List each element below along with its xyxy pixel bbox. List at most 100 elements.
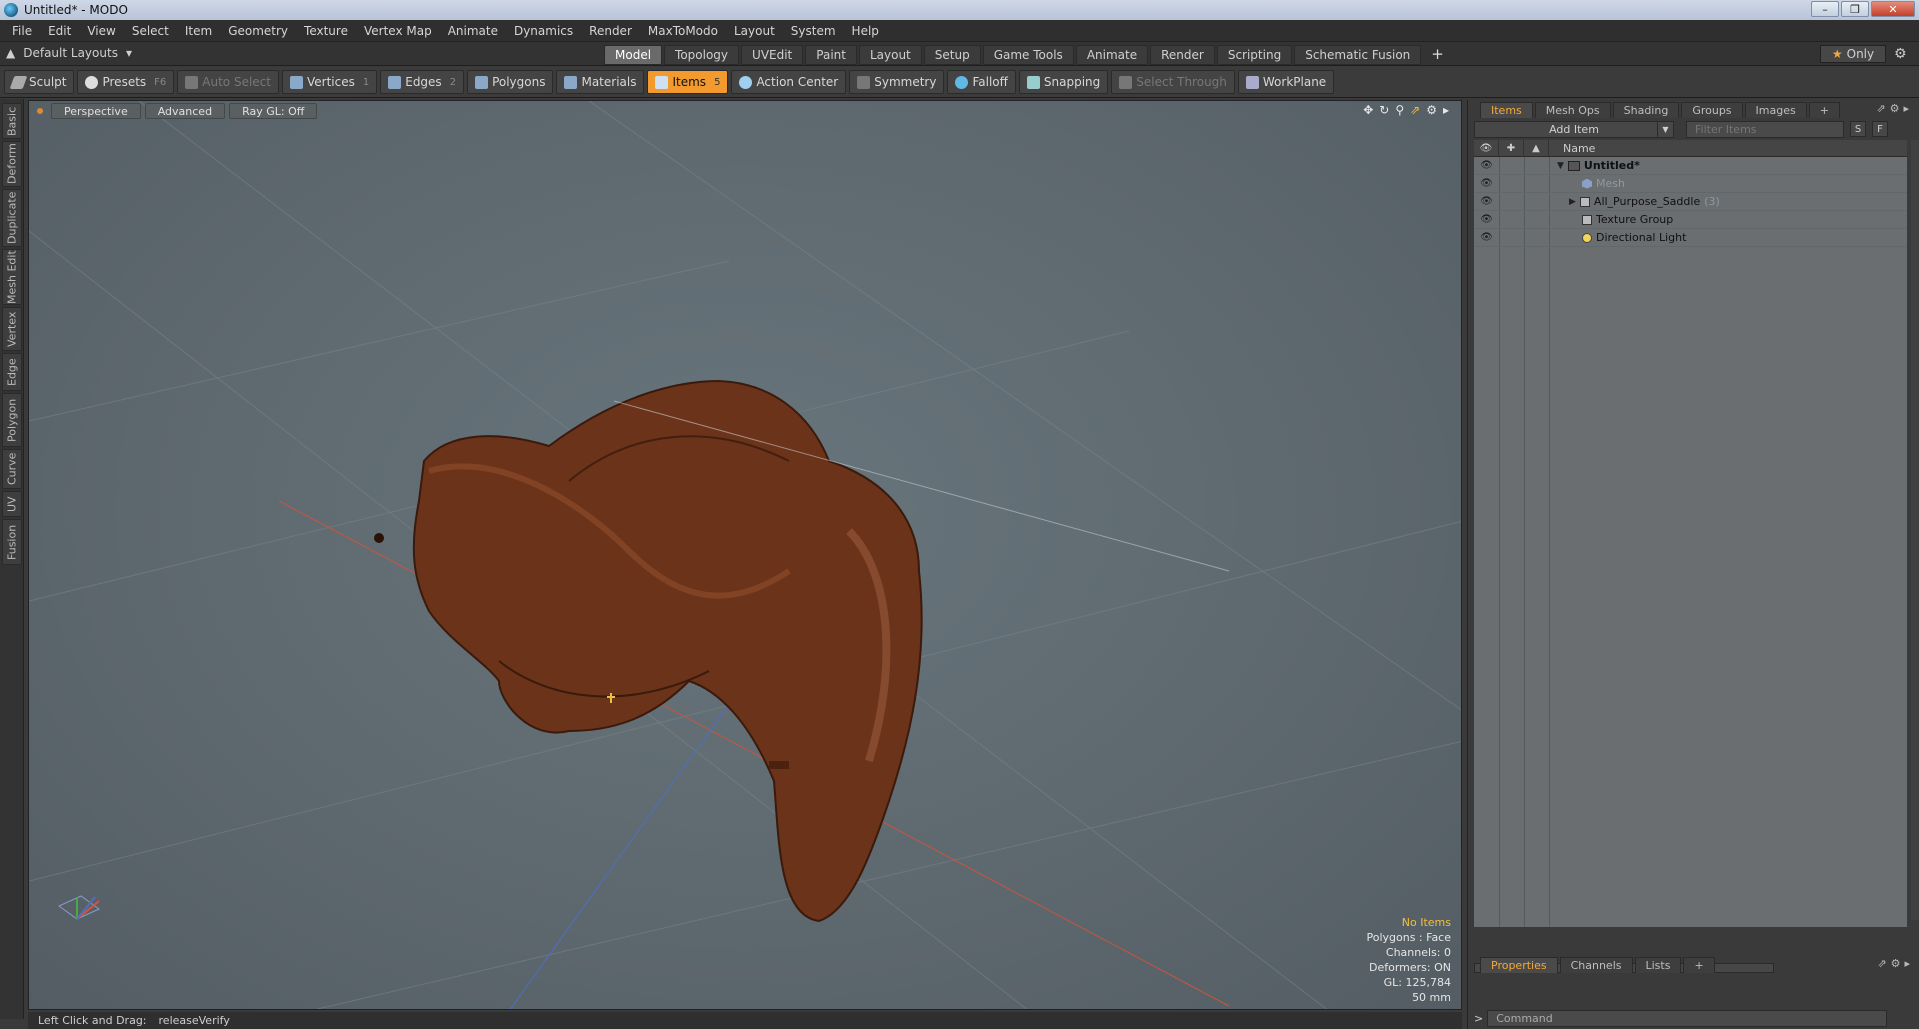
menu-geometry[interactable]: Geometry: [220, 24, 296, 38]
viewport-menu-icon[interactable]: [37, 108, 43, 114]
scene-canvas[interactable]: [29, 101, 1462, 1010]
gear-icon[interactable]: ⚙: [1894, 46, 1907, 62]
add-panel-tab-icon[interactable]: +: [1683, 957, 1715, 973]
eye-icon[interactable]: 👁: [1474, 214, 1499, 225]
left-tab-duplicate[interactable]: Duplicate: [2, 189, 22, 247]
select-through-button[interactable]: Select Through: [1111, 70, 1235, 94]
menu-view[interactable]: View: [79, 24, 123, 38]
tab-properties[interactable]: Properties: [1480, 957, 1558, 973]
tab-model[interactable]: Model: [604, 45, 663, 65]
saddle-model[interactable]: [374, 379, 923, 923]
zoom-icon[interactable]: ⚲: [1395, 103, 1404, 117]
only-button[interactable]: ★ Only: [1820, 45, 1886, 63]
eye-icon[interactable]: 👁: [1474, 232, 1499, 243]
tree-row-saddle[interactable]: 👁 ▶ All_Purpose_Saddle (3): [1474, 193, 1907, 211]
tab-animate[interactable]: Animate: [1075, 45, 1149, 65]
left-tab-edge[interactable]: Edge: [2, 353, 22, 391]
tab-mesh-ops[interactable]: Mesh Ops: [1534, 102, 1611, 118]
left-tab-vertex[interactable]: Vertex: [2, 307, 22, 351]
tree-row-texture-group[interactable]: 👁 Texture Group: [1474, 211, 1907, 229]
tab-groups[interactable]: Groups: [1681, 102, 1743, 118]
falloff-button[interactable]: Falloff: [947, 70, 1016, 94]
snapping-button[interactable]: Snapping: [1018, 70, 1109, 94]
tree-row-mesh[interactable]: 👁 Mesh: [1474, 175, 1907, 193]
shading-mode-button[interactable]: Advanced: [144, 103, 226, 119]
tab-render[interactable]: Render: [1150, 45, 1215, 65]
left-tab-curve[interactable]: Curve: [2, 449, 22, 489]
action-center-button[interactable]: Action Center: [731, 70, 847, 94]
eye-icon[interactable]: 👁: [1474, 178, 1499, 189]
tree-row-directional-light[interactable]: 👁 Directional Light: [1474, 229, 1907, 247]
chevron-down-icon[interactable]: ▼: [1657, 121, 1673, 137]
expand-triangle-icon[interactable]: ▶: [1569, 197, 1576, 207]
tab-paint[interactable]: Paint: [805, 45, 857, 65]
menu-file[interactable]: File: [4, 24, 40, 38]
maximize-icon[interactable]: ⇗: [1410, 103, 1420, 117]
menu-maxtomodo[interactable]: MaxToModo: [640, 24, 726, 38]
workplane-button[interactable]: WorkPlane: [1237, 70, 1335, 94]
panel-options-icons[interactable]: ⇗⚙▸: [1877, 957, 1914, 970]
viewport-gear-icon[interactable]: ⚙: [1426, 103, 1437, 117]
menu-help[interactable]: Help: [844, 24, 887, 38]
menu-render[interactable]: Render: [581, 24, 640, 38]
eye-icon[interactable]: 👁: [1474, 196, 1499, 207]
filter-items-input[interactable]: [1686, 120, 1844, 138]
tab-topology[interactable]: Topology: [664, 45, 740, 65]
menu-texture[interactable]: Texture: [296, 24, 356, 38]
menu-vertex-map[interactable]: Vertex Map: [356, 24, 440, 38]
collapse-triangle-icon[interactable]: ▼: [1557, 161, 1564, 171]
tab-layout[interactable]: Layout: [858, 45, 922, 65]
materials-button[interactable]: Materials: [556, 70, 645, 94]
3d-viewport[interactable]: Perspective Advanced Ray GL: Off ✥ ↻ ⚲ ⇗…: [28, 100, 1462, 1010]
left-tab-basic[interactable]: Basic: [2, 103, 22, 139]
tab-lists[interactable]: Lists: [1634, 957, 1682, 973]
s-toggle-button[interactable]: S: [1850, 121, 1866, 137]
pan-icon[interactable]: ✥: [1363, 103, 1373, 117]
items-button[interactable]: Items 5: [647, 70, 729, 94]
tab-game-tools[interactable]: Game Tools: [982, 45, 1074, 65]
left-tab-uv[interactable]: UV: [2, 491, 22, 517]
left-tab-polygon[interactable]: Polygon: [2, 393, 22, 447]
auto-select-button[interactable]: Auto Select: [177, 70, 279, 94]
vertices-button[interactable]: Vertices 1: [281, 70, 378, 94]
name-column-header[interactable]: Name: [1549, 142, 1595, 155]
add-panel-tab-icon[interactable]: +: [1808, 102, 1840, 118]
menu-item[interactable]: Item: [177, 24, 220, 38]
menu-select[interactable]: Select: [124, 24, 177, 38]
eye-icon[interactable]: 👁: [1474, 160, 1499, 171]
tab-setup[interactable]: Setup: [923, 45, 981, 65]
tab-images[interactable]: Images: [1744, 102, 1807, 118]
layouts-dropdown[interactable]: ▲ Default Layouts ▾: [6, 46, 132, 60]
symmetry-button[interactable]: Symmetry: [849, 70, 945, 94]
tab-scripting[interactable]: Scripting: [1216, 45, 1293, 65]
tab-uvedit[interactable]: UVEdit: [741, 45, 804, 65]
minimize-icon[interactable]: –: [1811, 1, 1839, 17]
tab-channels[interactable]: Channels: [1559, 957, 1633, 973]
left-tab-mesh-edit[interactable]: Mesh Edit: [2, 249, 22, 305]
vertical-scrollbar[interactable]: [1911, 140, 1919, 920]
tab-items[interactable]: Items: [1480, 102, 1533, 118]
render-column-icon[interactable]: ▲: [1524, 140, 1549, 156]
raygl-button[interactable]: Ray GL: Off: [229, 103, 318, 119]
tree-row-scene[interactable]: 👁 ▼ Untitled*: [1474, 157, 1907, 175]
tab-shading[interactable]: Shading: [1612, 102, 1680, 118]
panel-options-icons[interactable]: ⇗⚙▸: [1876, 102, 1913, 115]
left-tab-deform[interactable]: Deform: [2, 141, 22, 187]
visibility-column-icon[interactable]: 👁: [1474, 140, 1499, 156]
edges-button[interactable]: Edges 2: [380, 70, 465, 94]
tab-schematic-fusion[interactable]: Schematic Fusion: [1294, 45, 1422, 65]
menu-system[interactable]: System: [783, 24, 844, 38]
presets-button[interactable]: Presets F6: [77, 70, 175, 94]
chevron-right-icon[interactable]: ▸: [1443, 103, 1449, 117]
f-toggle-button[interactable]: F: [1872, 121, 1888, 137]
menu-edit[interactable]: Edit: [40, 24, 79, 38]
polygons-button[interactable]: Polygons: [467, 70, 554, 94]
command-input[interactable]: Command: [1487, 1009, 1888, 1027]
rotate-icon[interactable]: ↻: [1379, 103, 1389, 117]
add-tab-icon[interactable]: +: [1423, 45, 1452, 65]
restore-icon[interactable]: ❐: [1841, 1, 1869, 17]
lock-column-icon[interactable]: ✚: [1499, 140, 1524, 156]
menu-animate[interactable]: Animate: [440, 24, 506, 38]
menu-dynamics[interactable]: Dynamics: [506, 24, 581, 38]
close-icon[interactable]: ✕: [1871, 1, 1915, 17]
